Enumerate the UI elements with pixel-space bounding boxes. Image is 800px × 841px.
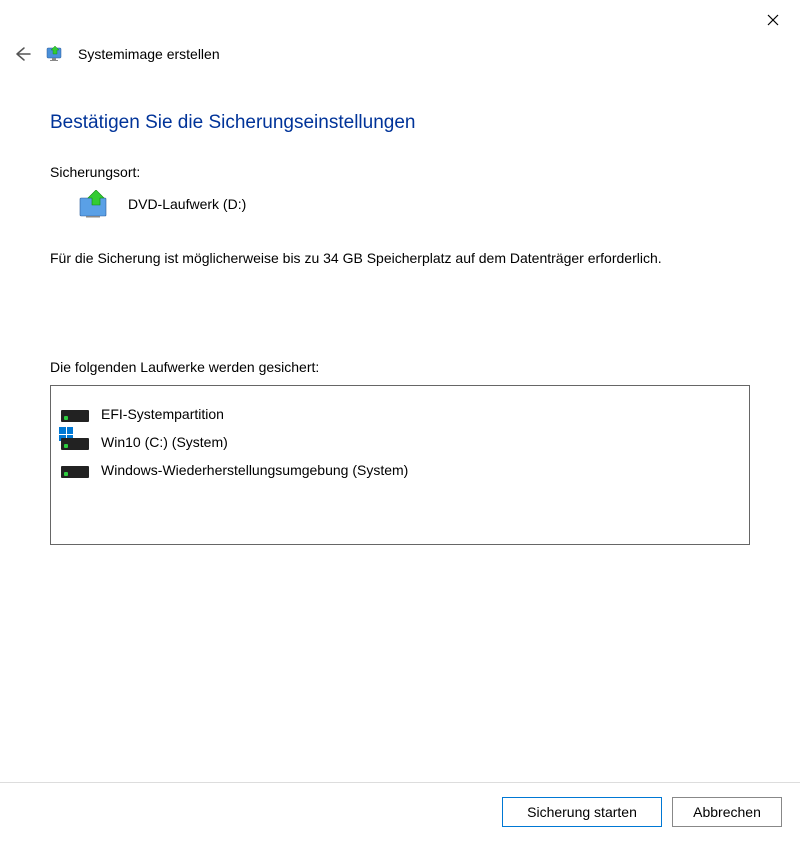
drive-icon <box>61 462 91 478</box>
header: Systemimage erstellen <box>0 40 800 72</box>
drives-list: EFI-Systempartition Win10 (C:) (System) … <box>50 385 750 545</box>
content: Bestätigen Sie die Sicherungseinstellung… <box>0 72 800 545</box>
backup-destination: DVD-Laufwerk (D:) <box>78 190 750 218</box>
drive-icon <box>61 406 91 422</box>
backup-location-label: Sicherungsort: <box>50 164 750 180</box>
start-backup-button[interactable]: Sicherung starten <box>502 797 662 827</box>
page-heading: Bestätigen Sie die Sicherungseinstellung… <box>50 112 750 134</box>
drive-name: Win10 (C:) (System) <box>101 434 228 450</box>
window-title: Systemimage erstellen <box>78 46 220 62</box>
drive-row: EFI-Systempartition <box>61 400 739 428</box>
space-info: Für die Sicherung ist möglicherweise bis… <box>50 248 750 269</box>
dvd-drive-icon <box>78 190 112 218</box>
footer: Sicherung starten Abbrechen <box>0 782 800 841</box>
cancel-button[interactable]: Abbrechen <box>672 797 782 827</box>
drive-name: Windows-Wiederherstellungsumgebung (Syst… <box>101 462 408 478</box>
back-arrow-icon <box>12 44 32 64</box>
titlebar <box>0 0 800 40</box>
close-icon <box>767 14 779 26</box>
drive-row: Win10 (C:) (System) <box>61 428 739 456</box>
drive-row: Windows-Wiederherstellungsumgebung (Syst… <box>61 456 739 484</box>
back-button[interactable] <box>12 44 32 64</box>
drives-label: Die folgenden Laufwerke werden gesichert… <box>50 359 750 375</box>
drive-name: EFI-Systempartition <box>101 406 224 422</box>
drive-icon <box>61 434 91 450</box>
close-button[interactable] <box>750 4 796 36</box>
system-image-icon <box>46 45 64 63</box>
backup-location-value: DVD-Laufwerk (D:) <box>128 196 246 212</box>
